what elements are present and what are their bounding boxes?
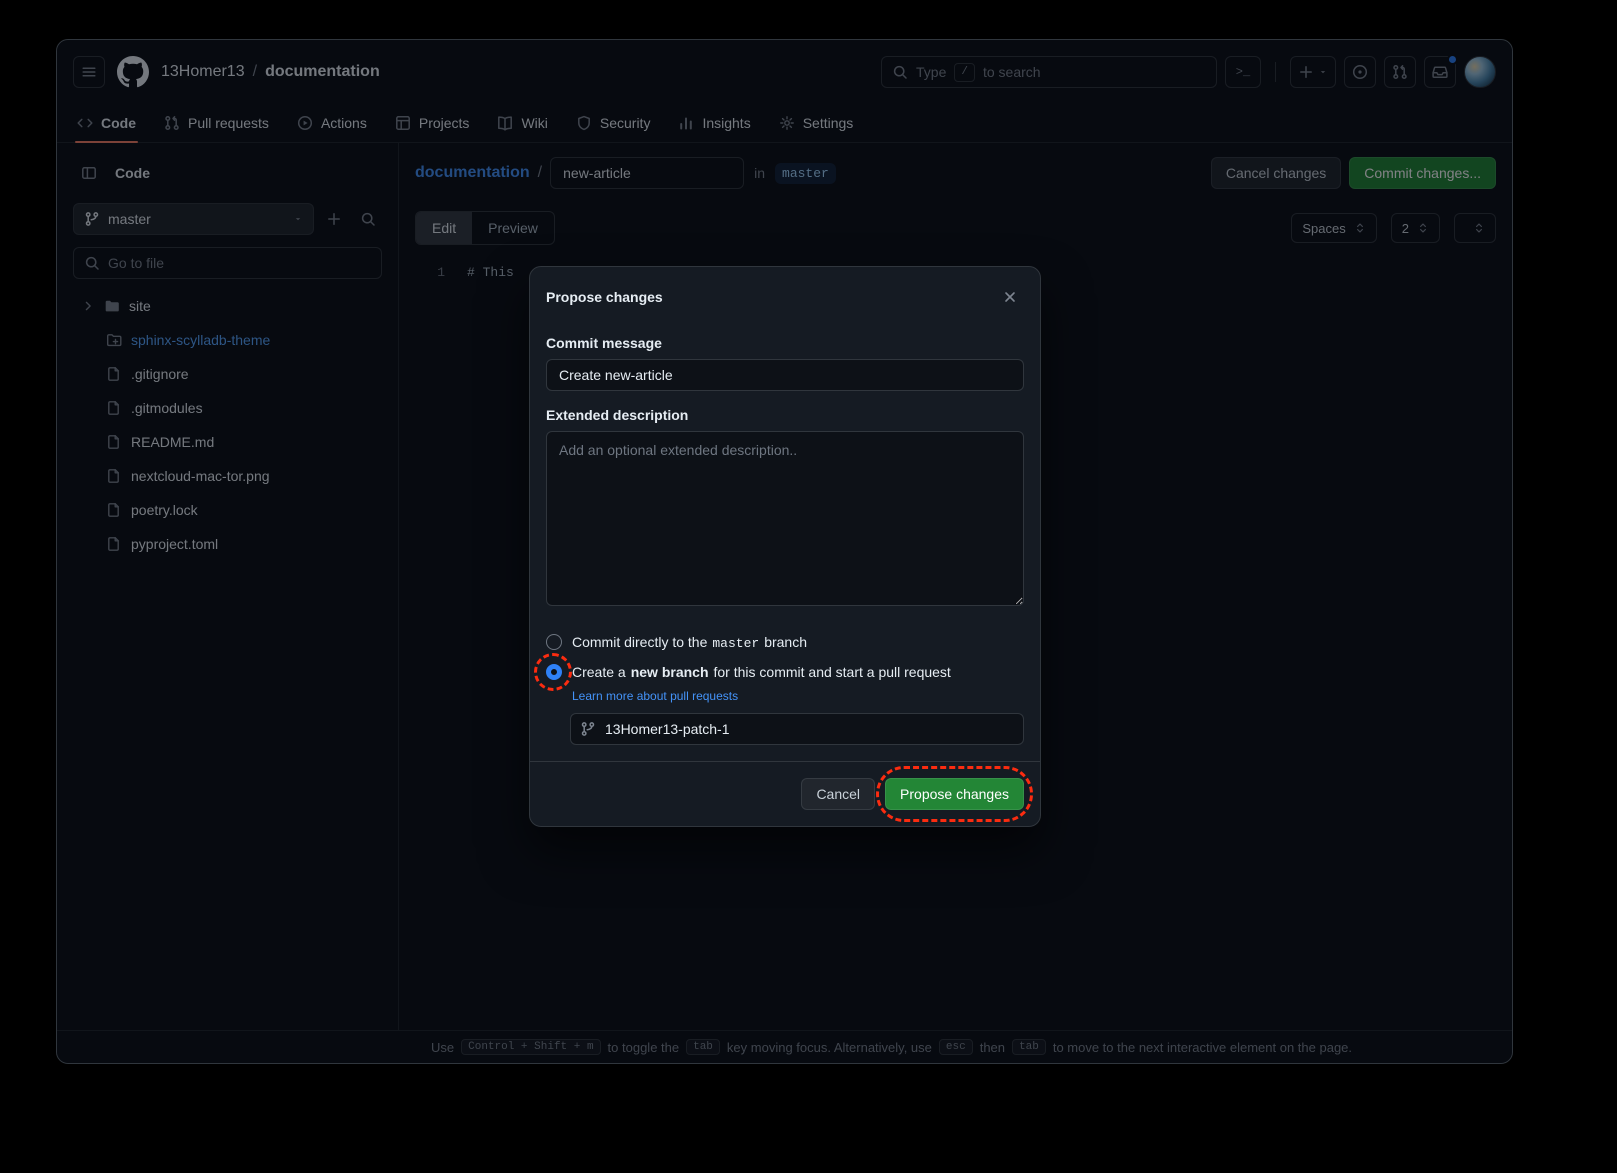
commit-message-label: Commit message — [546, 335, 1024, 351]
label-text: branch — [764, 634, 807, 650]
radio-create-branch-label: Create a new branch for this commit and … — [572, 664, 951, 680]
learn-more-link[interactable]: Learn more about pull requests — [572, 689, 738, 703]
git-branch-icon — [580, 721, 596, 737]
radio-row-create-branch: Create a new branch for this commit and … — [546, 657, 1024, 687]
radio-commit-direct-label: Commit directly to the master branch — [572, 634, 807, 651]
browser-window: 13Homer13 / documentation Type / to sear… — [56, 39, 1513, 1064]
radio-create-branch[interactable] — [546, 664, 562, 680]
commit-message-input[interactable] — [546, 359, 1024, 391]
radio-row-commit-direct: Commit directly to the master branch — [546, 627, 1024, 657]
cancel-button[interactable]: Cancel — [801, 778, 875, 810]
propose-changes-button[interactable]: Propose changes — [885, 778, 1024, 810]
extended-description-label: Extended description — [546, 407, 1024, 423]
propose-changes-dialog: Propose changes Commit message Extended … — [529, 266, 1041, 827]
dialog-title: Propose changes — [546, 289, 663, 305]
label-bold-text: new branch — [631, 664, 709, 680]
commit-choice-group: Commit directly to the master branch Cre… — [546, 627, 1024, 687]
label-text: Commit directly to the — [572, 634, 707, 650]
close-dialog-button[interactable] — [996, 283, 1024, 311]
radio-commit-direct[interactable] — [546, 634, 562, 650]
extended-description-textarea[interactable] — [546, 431, 1024, 606]
label-text: Create a — [572, 664, 626, 680]
close-icon — [1002, 289, 1018, 305]
label-text: for this commit and start a pull request — [714, 664, 951, 680]
branch-code: master — [712, 636, 759, 651]
new-branch-name-input[interactable] — [570, 713, 1024, 745]
